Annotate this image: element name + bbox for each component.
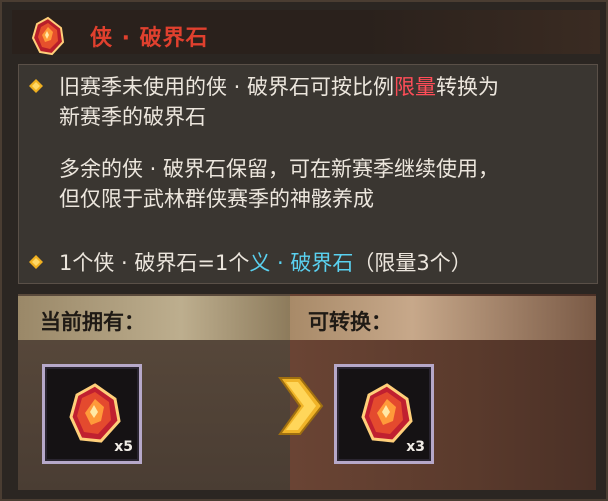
owned-item-slot[interactable]: x5	[42, 364, 142, 464]
convertible-label-bar: 可转换：	[290, 296, 596, 340]
diamond-bullet-icon	[29, 79, 43, 93]
target-item-name: 义 · 破界石	[249, 251, 354, 275]
item-count: x5	[114, 439, 133, 455]
gem-icon	[31, 16, 65, 56]
convertible-label: 可转换：	[308, 310, 392, 334]
item-count: x3	[406, 439, 425, 455]
limited-highlight: 限量	[394, 75, 437, 99]
description-text: 旧赛季未使用的侠 · 破界石可按比例	[59, 75, 395, 99]
convertible-item-slot[interactable]: x3	[334, 364, 434, 464]
conversion-panel: 侠 · 破界石 旧赛季未使用的侠 · 破界石可按比例限量转换为 新赛季的破界石 …	[0, 0, 608, 501]
panel-header: 侠 · 破界石	[12, 10, 600, 56]
owned-label-bar: 当前拥有：	[18, 296, 290, 340]
description-line: 多余的侠 · 破界石保留，可在新赛季继续使用，	[59, 157, 500, 181]
description-line: 新赛季的破界石	[59, 105, 206, 129]
description-text: 转换为	[436, 75, 500, 99]
description-line: 但仅限于武林群侠赛季的神骸养成	[59, 187, 374, 211]
description-box: 旧赛季未使用的侠 · 破界石可按比例限量转换为 新赛季的破界石 多余的侠 · 破…	[18, 64, 598, 284]
owned-label: 当前拥有：	[40, 310, 145, 334]
description-line: 旧赛季未使用的侠 · 破界石可按比例限量转换为	[59, 71, 499, 101]
ratio-line: 1个侠 · 破界石=1个义 · 破界石（限量3个）	[59, 247, 472, 277]
gem-icon	[361, 383, 413, 443]
diamond-bullet-icon	[29, 255, 43, 269]
ratio-text: 1个侠 · 破界石=1个	[59, 251, 250, 275]
limit-text: （限量3个）	[353, 251, 472, 275]
chevron-right-icon	[278, 377, 324, 435]
page-title: 侠 · 破界石	[90, 26, 209, 51]
gem-icon	[69, 383, 121, 443]
